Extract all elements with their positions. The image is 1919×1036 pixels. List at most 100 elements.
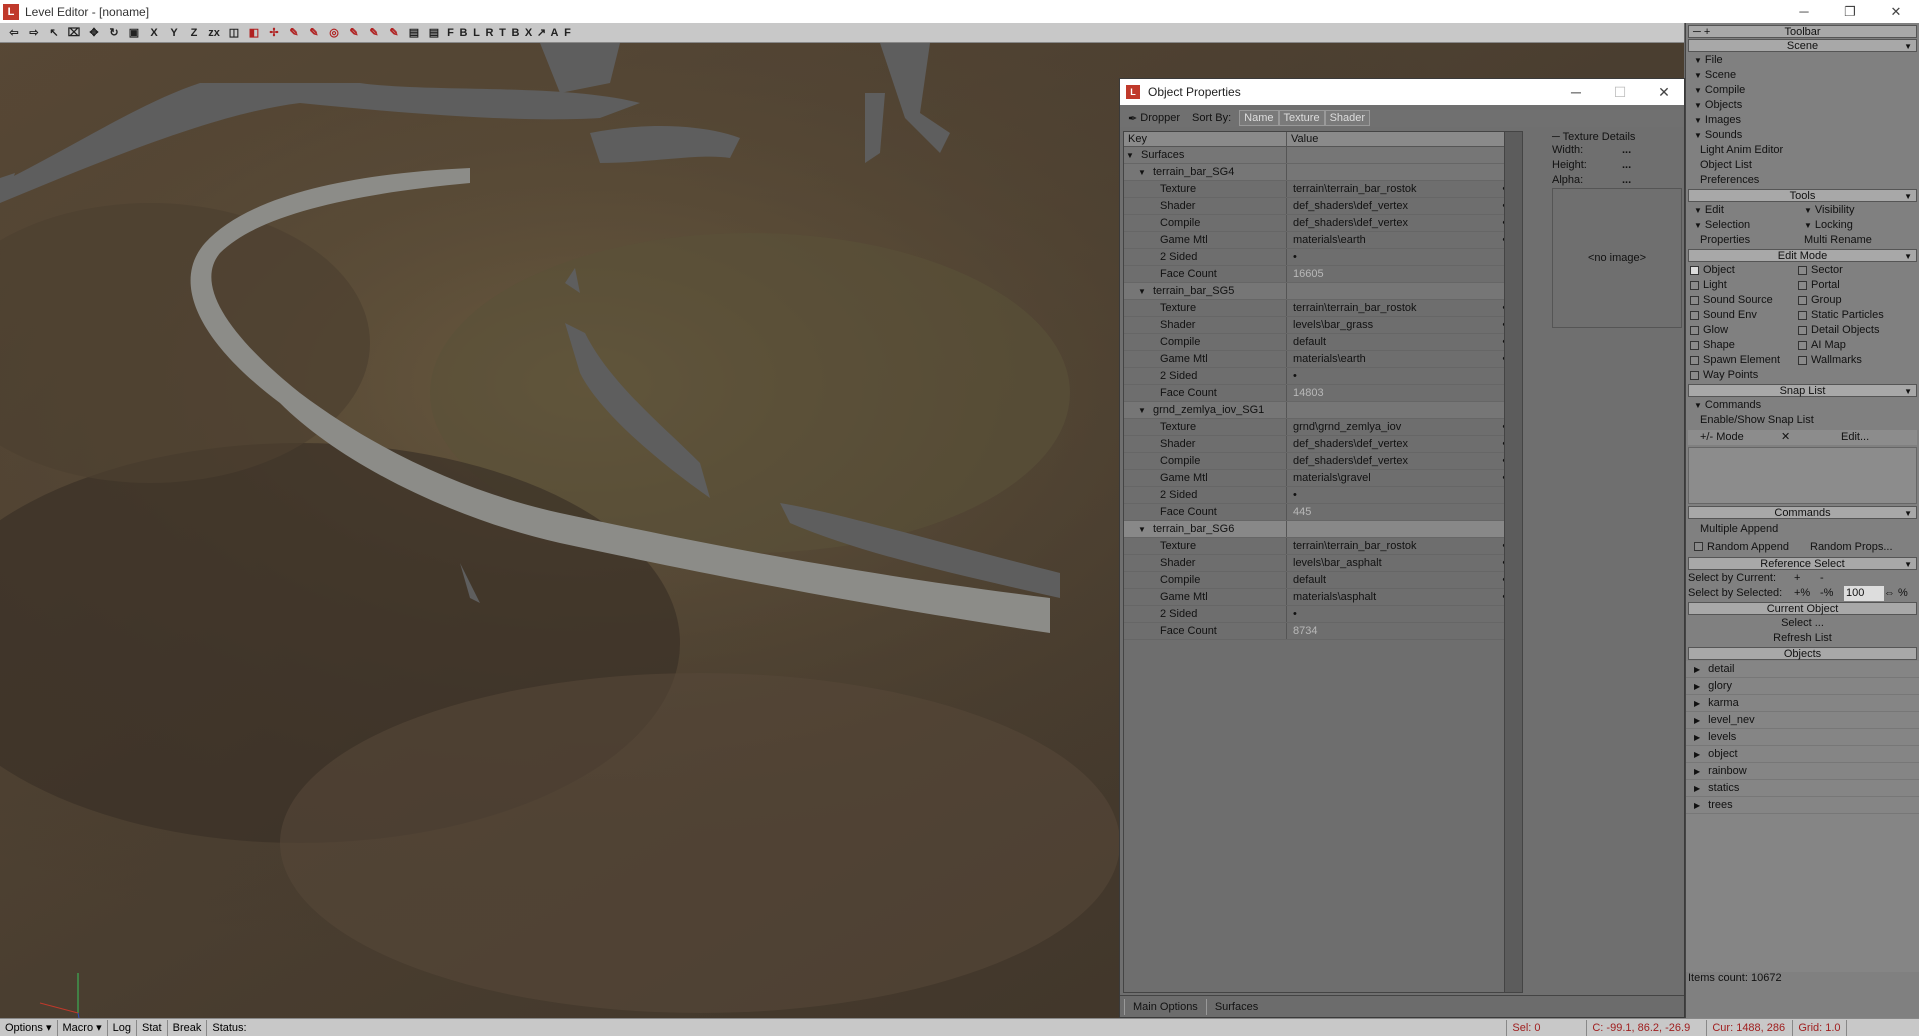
current-object-section-header[interactable]: Current Object: [1688, 602, 1917, 615]
property-row[interactable]: 2 Sided •: [1124, 606, 1522, 623]
property-row[interactable]: Game Mtlmaterials\earth•••: [1124, 351, 1522, 368]
snap-mode-button[interactable]: +/- Mode: [1688, 430, 1773, 445]
toolbar-button-1[interactable]: ⇨: [24, 24, 44, 42]
minimize-button[interactable]: ─: [1781, 0, 1827, 23]
edit-mode-static-particles[interactable]: Static Particles: [1796, 308, 1906, 323]
property-row[interactable]: Shaderlevels\bar_asphalt•••: [1124, 555, 1522, 572]
property-row[interactable]: 2 Sided •: [1124, 487, 1522, 504]
toolbar-button-27[interactable]: B: [509, 24, 522, 42]
multiple-append-button[interactable]: Multiple Append: [1686, 520, 1919, 538]
edit-mode-way-points[interactable]: Way Points: [1686, 368, 1796, 383]
expand-icon[interactable]: ▼: [1124, 168, 1146, 177]
random-props-button[interactable]: Random Props...: [1802, 540, 1912, 555]
object-folder[interactable]: ▶ levels: [1686, 729, 1919, 746]
edit-mode-shape[interactable]: Shape: [1686, 338, 1796, 353]
toolbar-button-26[interactable]: T: [496, 24, 509, 42]
toolbar-button-8[interactable]: Y: [164, 24, 184, 42]
toolbar-button-21[interactable]: ▤: [424, 24, 444, 42]
edit-mode-object[interactable]: Object: [1686, 263, 1796, 278]
object-folder[interactable]: ▶ rainbow: [1686, 763, 1919, 780]
tools-locking[interactable]: ▼ Locking: [1796, 218, 1906, 233]
select-selected-plus-button[interactable]: +%: [1794, 586, 1820, 601]
scene-menu-images[interactable]: ▼ Images: [1686, 113, 1919, 128]
restore-button[interactable]: ❐: [1827, 0, 1873, 23]
tree-node-surface[interactable]: ▼ terrain_bar_SG5: [1124, 283, 1522, 300]
property-row[interactable]: Textureterrain\terrain_bar_rostok•••: [1124, 181, 1522, 198]
tools-properties[interactable]: Properties: [1686, 233, 1796, 248]
scene-link-2[interactable]: Preferences: [1686, 173, 1919, 188]
property-row[interactable]: Texturegrnd\grnd_zemlya_iov•••: [1124, 419, 1522, 436]
scene-menu-objects[interactable]: ▼ Objects: [1686, 98, 1919, 113]
expand-icon[interactable]: ▶: [1694, 716, 1700, 725]
toolbar-button-30[interactable]: A: [548, 24, 561, 42]
property-row[interactable]: 2 Sided •: [1124, 249, 1522, 266]
toolbar-button-23[interactable]: B: [457, 24, 470, 42]
percent-input[interactable]: 100: [1844, 586, 1884, 601]
object-folder[interactable]: ▶ glory: [1686, 678, 1919, 695]
edit-mode-section-header[interactable]: Edit Mode ▼: [1688, 249, 1917, 262]
toolbar-button-20[interactable]: ▤: [404, 24, 424, 42]
object-folder[interactable]: ▶ trees: [1686, 797, 1919, 814]
select-object-button[interactable]: Select ...: [1686, 616, 1919, 631]
toolbar-button-14[interactable]: ✎: [284, 24, 304, 42]
close-button[interactable]: ✕: [1873, 0, 1919, 23]
expand-icon[interactable]: ▶: [1694, 682, 1700, 691]
edit-mode-sound-source[interactable]: Sound Source: [1686, 293, 1796, 308]
dialog-maximize-button[interactable]: ☐: [1598, 79, 1642, 105]
property-row[interactable]: Face Count 8734: [1124, 623, 1522, 640]
object-folder[interactable]: ▶ karma: [1686, 695, 1919, 712]
edit-mode-spawn-element[interactable]: Spawn Element: [1686, 353, 1796, 368]
property-row[interactable]: Game Mtlmaterials\earth•••: [1124, 232, 1522, 249]
property-row[interactable]: Shaderlevels\bar_grass•••: [1124, 317, 1522, 334]
tools-section-header[interactable]: Tools ▼: [1688, 189, 1917, 202]
select-current-plus-button[interactable]: +: [1794, 571, 1820, 586]
tab-surfaces[interactable]: Surfaces: [1205, 998, 1266, 1015]
object-folder[interactable]: ▶ statics: [1686, 780, 1919, 797]
snap-edit-button[interactable]: Edit...: [1833, 430, 1903, 445]
toolbar-button-3[interactable]: ⌧: [64, 24, 84, 42]
edit-mode-group[interactable]: Group: [1796, 293, 1906, 308]
scene-menu-file[interactable]: ▼ File: [1686, 53, 1919, 68]
property-row[interactable]: Compiledef_shaders\def_vertex•••: [1124, 215, 1522, 232]
expand-icon[interactable]: ▼: [1124, 287, 1146, 296]
random-append-checkbox[interactable]: Random Append: [1686, 540, 1802, 555]
tools-multi-rename[interactable]: Multi Rename: [1796, 233, 1906, 248]
log-button[interactable]: Log: [108, 1019, 138, 1036]
toolbar-button-22[interactable]: F: [444, 24, 457, 42]
tab-main-options[interactable]: Main Options: [1124, 998, 1206, 1015]
toolbar-button-29[interactable]: ↗: [535, 24, 548, 42]
edit-mode-glow[interactable]: Glow: [1686, 323, 1796, 338]
edit-mode-sector[interactable]: Sector: [1796, 263, 1906, 278]
property-row[interactable]: Textureterrain\terrain_bar_rostok•••: [1124, 300, 1522, 317]
edit-mode-ai-map[interactable]: AI Map: [1796, 338, 1906, 353]
property-row[interactable]: Shaderdef_shaders\def_vertex•••: [1124, 198, 1522, 215]
property-row[interactable]: Compiledef_shaders\def_vertex•••: [1124, 453, 1522, 470]
toolbar-button-19[interactable]: ✎: [384, 24, 404, 42]
property-row[interactable]: Compiledefault•••: [1124, 334, 1522, 351]
property-row[interactable]: Shaderdef_shaders\def_vertex•••: [1124, 436, 1522, 453]
tools-visibility[interactable]: ▼ Visibility: [1796, 203, 1906, 218]
property-row[interactable]: Compiledefault•••: [1124, 572, 1522, 589]
object-folder[interactable]: ▶ object: [1686, 746, 1919, 763]
scene-link-1[interactable]: Object List: [1686, 158, 1919, 173]
toolbar-button-28[interactable]: X: [522, 24, 535, 42]
property-row[interactable]: 2 Sided •: [1124, 368, 1522, 385]
enable-snap-list[interactable]: Enable/Show Snap List: [1686, 413, 1919, 428]
tree-node-surface[interactable]: ▼ terrain_bar_SG4: [1124, 164, 1522, 181]
tools-edit[interactable]: ▼ Edit: [1686, 203, 1796, 218]
object-folder[interactable]: ▶ level_nev: [1686, 712, 1919, 729]
toolbar-button-17[interactable]: ✎: [344, 24, 364, 42]
expand-icon[interactable]: ▶: [1694, 801, 1700, 810]
objects-section-header[interactable]: Objects: [1688, 647, 1917, 660]
edit-mode-light[interactable]: Light: [1686, 278, 1796, 293]
tools-selection[interactable]: ▼ Selection: [1686, 218, 1796, 233]
edit-mode-wallmarks[interactable]: Wallmarks: [1796, 353, 1906, 368]
expand-icon[interactable]: ▼: [1124, 525, 1146, 534]
property-row[interactable]: Game Mtlmaterials\gravel•••: [1124, 470, 1522, 487]
toolbar-button-31[interactable]: F: [561, 24, 574, 42]
edit-mode-sound-env[interactable]: Sound Env: [1686, 308, 1796, 323]
reference-select-section-header[interactable]: Reference Select ▼: [1688, 557, 1917, 570]
sort-shader-button[interactable]: Shader: [1324, 110, 1371, 126]
toolbar-button-6[interactable]: ▣: [124, 24, 144, 42]
snap-commands[interactable]: ▼ Commands: [1686, 398, 1919, 413]
